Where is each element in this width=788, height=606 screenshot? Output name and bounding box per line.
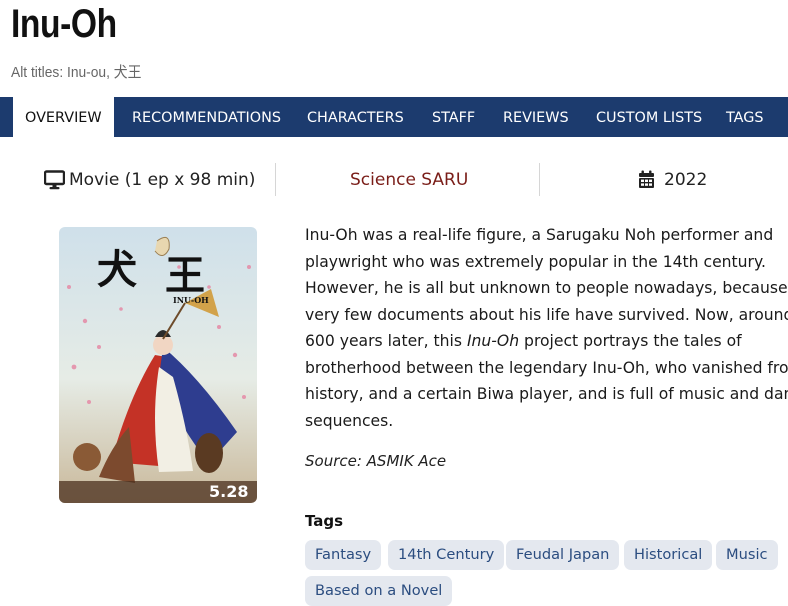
poster-kanji-2: 王 xyxy=(165,252,205,299)
tab-recommendations[interactable]: RECOMMENDATIONS xyxy=(132,97,281,137)
format-text: Movie (1 ep x 98 min) xyxy=(69,169,256,190)
year-text: 2022 xyxy=(664,169,708,190)
tags-heading: Tags xyxy=(305,512,344,530)
info-divider xyxy=(539,163,540,196)
page: Inu-Oh Alt titles: Inu-ou, 犬王 OVERVIEW R… xyxy=(0,0,788,606)
poster-kanji-1: 犬 xyxy=(97,246,137,293)
tab-staff[interactable]: STAFF xyxy=(432,97,475,137)
tab-custom-lists[interactable]: CUSTOM LISTS xyxy=(596,97,702,137)
page-title: Inu-Oh xyxy=(11,2,117,46)
poster-release-date: 5.28 xyxy=(209,482,248,501)
alt-titles: Alt titles: Inu-ou, 犬王 xyxy=(11,64,142,81)
tag-chip[interactable]: Based on a Novel xyxy=(305,576,453,606)
tab-overview[interactable]: OVERVIEW xyxy=(13,97,114,137)
calendar-icon xyxy=(638,170,655,189)
monitor-icon xyxy=(43,169,66,190)
tab-tags[interactable]: TAGS xyxy=(726,97,764,137)
tag-chip[interactable]: Feudal Japan xyxy=(506,540,620,570)
poster-title-latin: INU-OH xyxy=(173,295,209,305)
year-info: 2022 xyxy=(638,163,707,196)
tag-chip[interactable]: Fantasy xyxy=(305,540,382,570)
tag-chip[interactable]: 14th Century xyxy=(388,540,505,570)
studio-link[interactable]: Science SARU xyxy=(350,163,468,196)
description: Inu-Oh was a real-life figure, a Sarugak… xyxy=(305,222,788,434)
cover-image: 犬 王 INU-OH 5.28 xyxy=(59,227,257,503)
tab-bar: OVERVIEW RECOMMENDATIONS CHARACTERS STAF… xyxy=(0,97,788,137)
tag-chip[interactable]: Historical xyxy=(624,540,713,570)
tag-chip[interactable]: Music xyxy=(716,540,778,570)
format-info: Movie (1 ep x 98 min) xyxy=(43,163,256,196)
info-divider xyxy=(275,163,276,196)
tab-characters[interactable]: CHARACTERS xyxy=(307,97,404,137)
description-italic-title: Inu-Oh xyxy=(466,332,520,350)
source-credit: Source: ASMIK Ace xyxy=(305,452,447,470)
tab-reviews[interactable]: REVIEWS xyxy=(503,97,569,137)
